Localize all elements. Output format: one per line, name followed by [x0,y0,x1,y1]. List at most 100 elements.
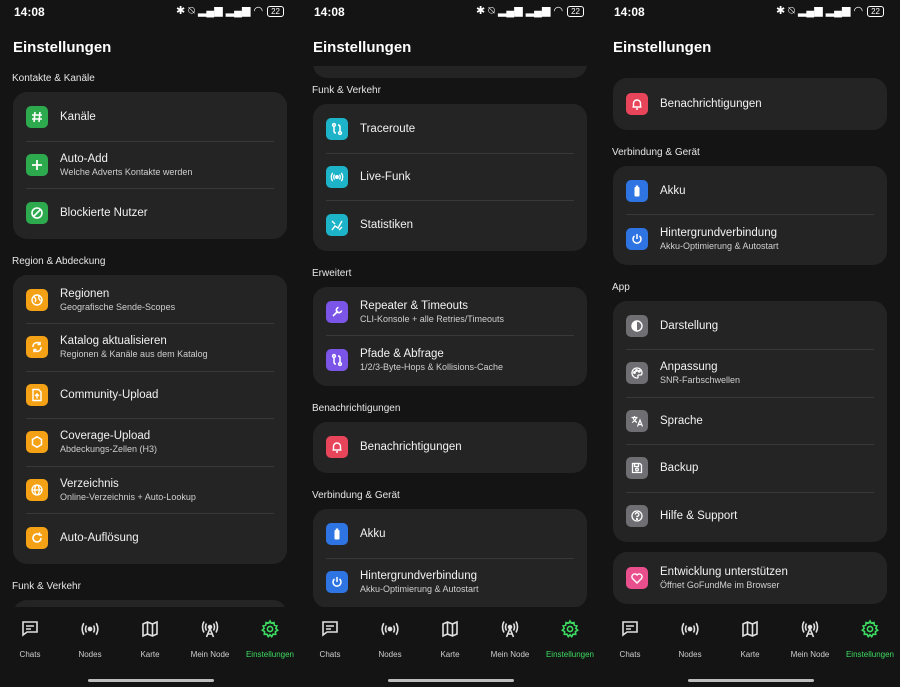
chat-icon [20,619,40,644]
nav-chats[interactable]: Chats [1,619,59,659]
setting-pfade-abfrage[interactable]: Pfade & Abfrage 1/2/3-Byte-Hops & Kollisi… [326,336,574,384]
nav-nodes[interactable]: Nodes [661,619,719,659]
section-title: App [612,281,630,293]
setting-anpassung[interactable]: Anpassung SNR-Farbschwellen [626,350,874,398]
setting-label: Katalog aktualisieren [60,335,167,348]
contrast-icon [626,314,648,337]
setting-statistiken[interactable]: Statistiken [326,201,574,249]
nav-karte[interactable]: Karte [421,619,479,659]
setting-kanaele[interactable]: Kanäle [26,94,274,142]
nav-mein-node[interactable]: Mein Node [181,619,239,659]
setting-darstellung[interactable]: Darstellung [626,303,874,350]
setting-hintergrundverbindung[interactable]: Hintergrundverbindung Akku-Optimierung & … [626,215,874,263]
settings-list[interactable]: Funk & Verkehr Traceroute Live-Funk Stat… [300,66,600,607]
nav-label: Mein Node [490,650,530,659]
bell-icon [326,436,348,459]
setting-entwicklung-unterstuetzen[interactable]: Entwicklung unterstützen Öffnet GoFundMe … [626,554,874,602]
setting-live-funk[interactable]: Live-Funk [326,154,574,201]
section-title: Verbindung & Gerät [612,146,700,158]
settings-card: Benachrichtigungen [613,78,887,130]
heart-icon [626,566,648,589]
setting-auto-add[interactable]: Auto-Add Welche Adverts Kontakte werden [26,142,274,189]
setting-traceroute[interactable]: Traceroute [326,106,574,154]
setting-label: Coverage-Upload [60,430,151,443]
setting-label: Anpassung [660,361,718,374]
settings-list[interactable]: Benachrichtigungen Verbindung & Gerät Ak… [600,66,900,607]
settings-card: Repeater & Timeouts CLI-Konsole + alle Re… [313,286,587,386]
nav-einstellungen[interactable]: Einstellungen [541,619,599,659]
setting-hintergrundverbindung[interactable]: Hintergrundverbindung Akku-Optimierung & … [326,559,574,607]
setting-akku[interactable]: Akku [626,168,874,215]
settings-list[interactable]: Kontakte & Kanäle Kanäle Auto-Add Welche … [0,66,300,607]
nav-mein-node[interactable]: Mein Node [481,619,539,659]
route-icon [326,118,348,141]
nav-label: Einstellungen [545,650,595,659]
setting-repeater-timeouts[interactable]: Repeater & Timeouts CLI-Konsole + alle Re… [326,289,574,336]
settings-card: Traceroute Live-Funk Statistiken [313,104,587,251]
setting-benachrichtigungen[interactable]: Benachrichtigungen [626,80,874,128]
home-indicator[interactable] [388,679,514,682]
plus-icon [26,153,48,176]
nav-karte[interactable]: Karte [121,619,179,659]
settings-screen-1: 14:08 ✱ ⍉ ▂▄▆ ▂▄▆ ◠ 22 Einstellungen Kon… [0,0,300,687]
setting-hilfe-support[interactable]: Hilfe & Support [626,493,874,541]
page-title: Einstellungen [313,39,412,56]
settings-card: Regionen Geografische Sende-Scopes Katalo… [13,274,287,564]
setting-community-upload[interactable]: Community-Upload [26,372,274,419]
setting-verzeichnis[interactable]: Verzeichnis Online-Verzeichnis + Auto-Loo… [26,467,274,514]
section-title: Kontakte & Kanäle [12,73,95,84]
settings-card: Entwicklung unterstützen Öffnet GoFundMe … [613,552,887,604]
nav-label: Chats [619,650,641,659]
map-icon [440,619,460,644]
nav-einstellungen[interactable]: Einstellungen [841,619,899,659]
hexagon-icon [26,431,48,454]
nav-karte[interactable]: Karte [721,619,779,659]
section-title: Erweitert [312,267,352,279]
section-title: Funk & Verkehr [312,85,381,96]
nav-nodes[interactable]: Nodes [61,619,119,659]
path-icon [326,348,348,371]
setting-label: Pfade & Abfrage [360,347,444,360]
nav-nodes[interactable]: Nodes [361,619,419,659]
page-title: Einstellungen [613,39,712,56]
status-time: 14:08 [14,5,45,19]
radio-waves-icon [680,619,700,644]
status-time: 14:08 [614,5,645,19]
stats-icon [326,213,348,236]
setting-label: Repeater & Timeouts [360,299,469,312]
nav-chats[interactable]: Chats [301,619,359,659]
setting-backup[interactable]: Backup [626,445,874,493]
section-title: Benachrichtigungen [312,402,401,414]
home-indicator[interactable] [88,679,214,682]
setting-regionen[interactable]: Regionen Geografische Sende-Scopes [26,277,274,324]
nav-chats[interactable]: Chats [601,619,659,659]
nav-label: Nodes [378,650,402,659]
setting-label: Akku [360,528,386,541]
setting-sub: CLI-Konsole + alle Retries/Timeouts [360,313,504,324]
status-icons: ✱ ⍉ ▂▄▆ ▂▄▆ ◠ 22 [476,4,584,18]
setting-katalog-aktualisieren[interactable]: Katalog aktualisieren Regionen & Kanäle a… [26,324,274,372]
power-icon [626,227,648,250]
page-title: Einstellungen [13,39,112,56]
chat-icon [620,619,640,644]
status-time: 14:08 [314,5,345,19]
setting-auto-aufloesung[interactable]: Auto-Auflösung [26,514,274,562]
setting-akku[interactable]: Akku [326,511,574,559]
setting-coverage-upload[interactable]: Coverage-Upload Abdeckungs-Zellen (H3) [26,419,274,467]
nav-einstellungen[interactable]: Einstellungen [241,619,299,659]
settings-card: Darstellung Anpassung SNR-Farbschwellen S… [613,300,887,542]
battery-icon [626,179,648,202]
battery-icon [326,523,348,546]
nav-label: Nodes [678,650,702,659]
setting-benachrichtigungen[interactable]: Benachrichtigungen [326,424,574,472]
nav-label: Karte [140,650,160,659]
setting-blockierte-nutzer[interactable]: Blockierte Nutzer [26,189,274,237]
setting-sprache[interactable]: Sprache [626,398,874,445]
setting-sub: Welche Adverts Kontakte werden [60,166,193,177]
nav-mein-node[interactable]: Mein Node [781,619,839,659]
setting-label: Hintergrundverbindung [360,570,477,583]
home-indicator[interactable] [688,679,814,682]
gear-icon [560,619,580,644]
globe-icon [26,478,48,501]
setting-sub: Online-Verzeichnis + Auto-Lookup [60,491,196,502]
